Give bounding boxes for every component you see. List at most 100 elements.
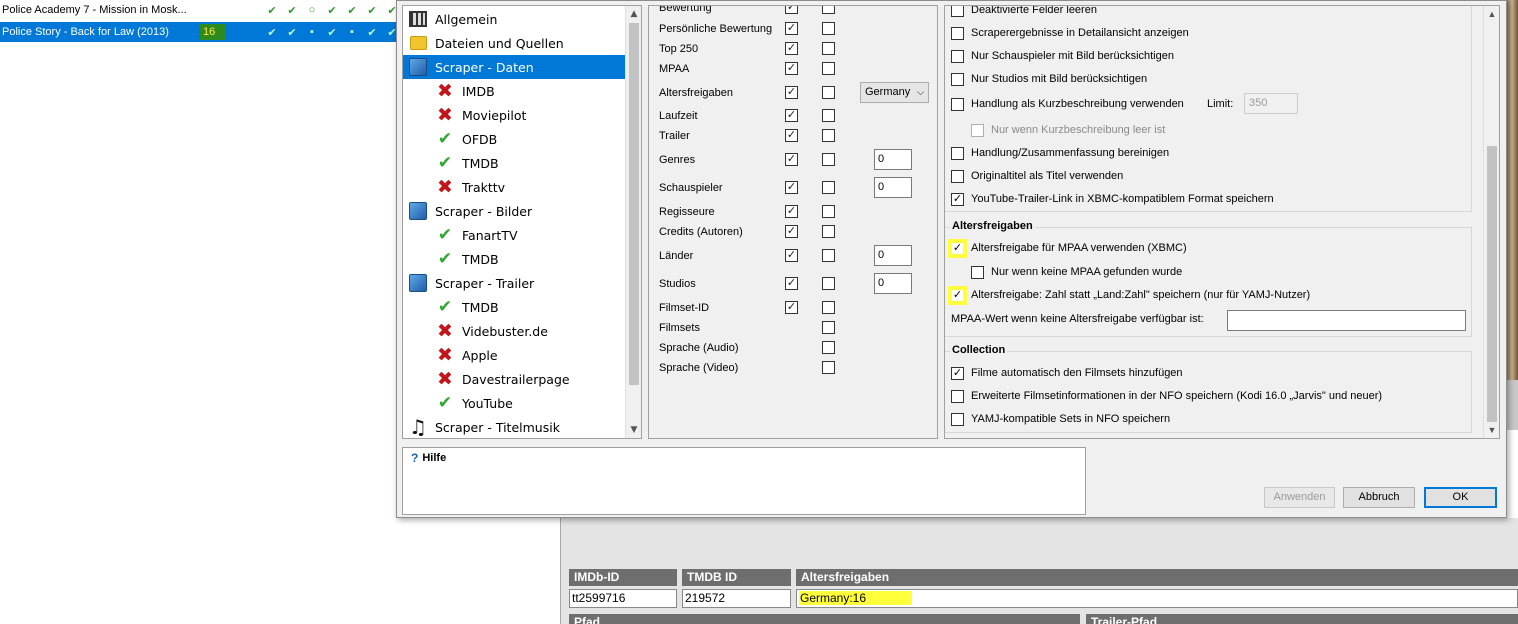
option-checkbox-row[interactable]: Originaltitel als Titel verwenden [951,167,1123,185]
checkbox[interactable] [951,389,964,403]
mpaa-fallback-input[interactable] [1227,310,1466,331]
field-limit-input[interactable]: 0 [874,245,912,266]
field-limit-input[interactable]: 0 [874,273,912,294]
tree-item[interactable]: ✖ Videbuster.de [403,319,626,343]
checked-checkbox[interactable]: ✓ [948,285,967,305]
checkbox[interactable] [951,97,964,111]
scroll-thumb[interactable] [629,23,639,385]
field-lock-checkbox[interactable] [822,62,835,75]
field-enable-checkbox[interactable]: ✓ [785,129,798,142]
field-lock-checkbox[interactable] [822,341,835,354]
option-checkbox-row[interactable]: Deaktivierte Felder leeren [951,6,1097,19]
movie-list-row-selected[interactable]: Police Story - Back for Law (2013) 16 ✔ … [0,22,397,42]
checkbox[interactable] [951,72,964,86]
field-enable-checkbox[interactable]: ✓ [785,62,798,75]
checked-checkbox[interactable]: ✓ [948,238,967,258]
field-enable-checkbox[interactable]: ✓ [785,109,798,122]
option-checkbox-row[interactable]: Handlung als Kurzbeschreibung verwenden [951,95,1184,113]
field-lock-checkbox[interactable] [822,249,835,262]
tree-item[interactable]: ✔ TMDB [403,151,626,175]
field-lock-checkbox[interactable] [822,22,835,35]
scroll-up-icon[interactable]: ▲ [626,6,641,22]
field-lock-checkbox[interactable] [822,6,835,14]
tree-item[interactable]: ✔ FanartTV [403,223,626,247]
movie-list-row[interactable]: Police Academy 7 - Mission in Mosk... ✔ … [0,0,397,20]
option-checkbox-row[interactable]: ✓ YouTube-Trailer-Link in XBMC-kompatible… [951,190,1274,208]
ok-button[interactable]: OK [1424,487,1497,508]
scroll-down-icon[interactable]: ▼ [1484,422,1499,438]
field-enable-checkbox[interactable]: ✓ [785,42,798,55]
field-lock-checkbox[interactable] [822,129,835,142]
option-checkbox-row[interactable]: Erweiterte Filmsetinformationen in der N… [951,387,1382,405]
tree-item[interactable]: ✔ TMDB [403,247,626,271]
checked-checkbox[interactable]: ✓ [951,192,964,206]
checkbox[interactable] [971,265,984,279]
checkbox[interactable] [951,6,964,17]
field-enable-checkbox[interactable]: ✓ [785,22,798,35]
field-lock-checkbox[interactable] [822,301,835,314]
tree-item[interactable]: ✖ Moviepilot [403,103,626,127]
option-checkbox-row[interactable]: Nur Studios mit Bild berücksichtigen [951,70,1147,88]
options-scrollbar[interactable]: ▲ ▼ [1483,6,1499,438]
checkbox[interactable] [951,49,964,63]
option-checkbox-row[interactable]: Handlung/Zusammenfassung bereinigen [951,144,1169,162]
apply-button[interactable]: Anwenden [1264,487,1335,508]
limit-input[interactable]: 350 [1244,93,1298,114]
field-lock-checkbox[interactable] [822,205,835,218]
checkbox[interactable] [951,169,964,183]
scroll-up-icon[interactable]: ▲ [1484,6,1499,22]
checked-checkbox[interactable]: ✓ [951,366,964,380]
field-lock-checkbox[interactable] [822,361,835,374]
field-lock-checkbox[interactable] [822,86,835,99]
field-enable-checkbox[interactable]: ✓ [785,86,798,99]
option-checkbox-row[interactable]: YAMJ-kompatible Sets in NFO speichern [951,410,1170,428]
field-enable-checkbox[interactable]: ✓ [785,249,798,262]
country-select[interactable]: Germany ⌵ [860,82,929,103]
field-lock-checkbox[interactable] [822,153,835,166]
scroll-thumb[interactable] [1487,146,1497,422]
field-lock-checkbox[interactable] [822,321,835,334]
cancel-button[interactable]: Abbruch [1343,487,1415,508]
field-enable-checkbox[interactable]: ✓ [785,301,798,314]
tree-item[interactable]: ♫ Scraper - Titelmusik [403,415,626,438]
tree-item[interactable]: ✔ TMDB [403,295,626,319]
option-checkbox-row[interactable]: Scraperergebnisse in Detailansicht anzei… [951,24,1189,42]
tree-item[interactable]: Scraper - Daten [403,55,626,79]
tree-item[interactable]: ✖ IMDB [403,79,626,103]
option-checkbox-row[interactable]: Nur wenn keine MPAA gefunden wurde [971,263,1182,281]
field-enable-checkbox[interactable]: ✓ [785,6,798,14]
tree-item[interactable]: ✖ Apple [403,343,626,367]
field-limit-input[interactable]: 0 [874,149,912,170]
tree-item[interactable]: ✖ Trakttv [403,175,626,199]
field-enable-checkbox[interactable]: ✓ [785,153,798,166]
tree-item[interactable]: Scraper - Trailer [403,271,626,295]
scroll-down-icon[interactable]: ▼ [626,422,641,438]
field-lock-checkbox[interactable] [822,277,835,290]
field-enable-checkbox[interactable]: ✓ [785,277,798,290]
field-lock-checkbox[interactable] [822,225,835,238]
tmdb-id-field[interactable]: 219572 [682,589,791,608]
tree-item[interactable]: ✖ Davestrailerpage [403,367,626,391]
tree-item[interactable]: Scraper - Bilder [403,199,626,223]
option-checkbox-row[interactable]: Nur wenn Kurzbeschreibung leer ist [971,121,1165,139]
option-checkbox-row[interactable]: ✓ Filme automatisch den Filmsets hinzufüg… [951,364,1183,382]
checkbox[interactable] [951,146,964,160]
checkbox[interactable] [951,412,964,426]
field-enable-checkbox[interactable]: ✓ [785,181,798,194]
tree-item[interactable]: Allgemein [403,7,626,31]
checkbox[interactable] [951,26,964,40]
field-lock-checkbox[interactable] [822,42,835,55]
option-checkbox-row[interactable]: ✓ Altersfreigabe für MPAA verwenden (XBMC… [948,238,1187,258]
tree-scrollbar[interactable]: ▲ ▼ [625,6,641,438]
field-lock-checkbox[interactable] [822,181,835,194]
field-enable-checkbox[interactable]: ✓ [785,225,798,238]
tree-item[interactable]: ✔ OFDB [403,127,626,151]
field-limit-input[interactable]: 0 [874,177,912,198]
field-lock-checkbox[interactable] [822,109,835,122]
option-checkbox-row[interactable]: ✓ Altersfreigabe: Zahl statt „Land:Zahl" … [948,285,1310,305]
imdb-id-field[interactable]: tt2599716 [569,589,677,608]
tree-item[interactable]: ✔ YouTube [403,391,626,415]
tree-item[interactable]: Dateien und Quellen [403,31,626,55]
certification-field[interactable]: Germany:16 [796,589,1518,608]
option-checkbox-row[interactable]: Nur Schauspieler mit Bild berücksichtige… [951,47,1174,65]
